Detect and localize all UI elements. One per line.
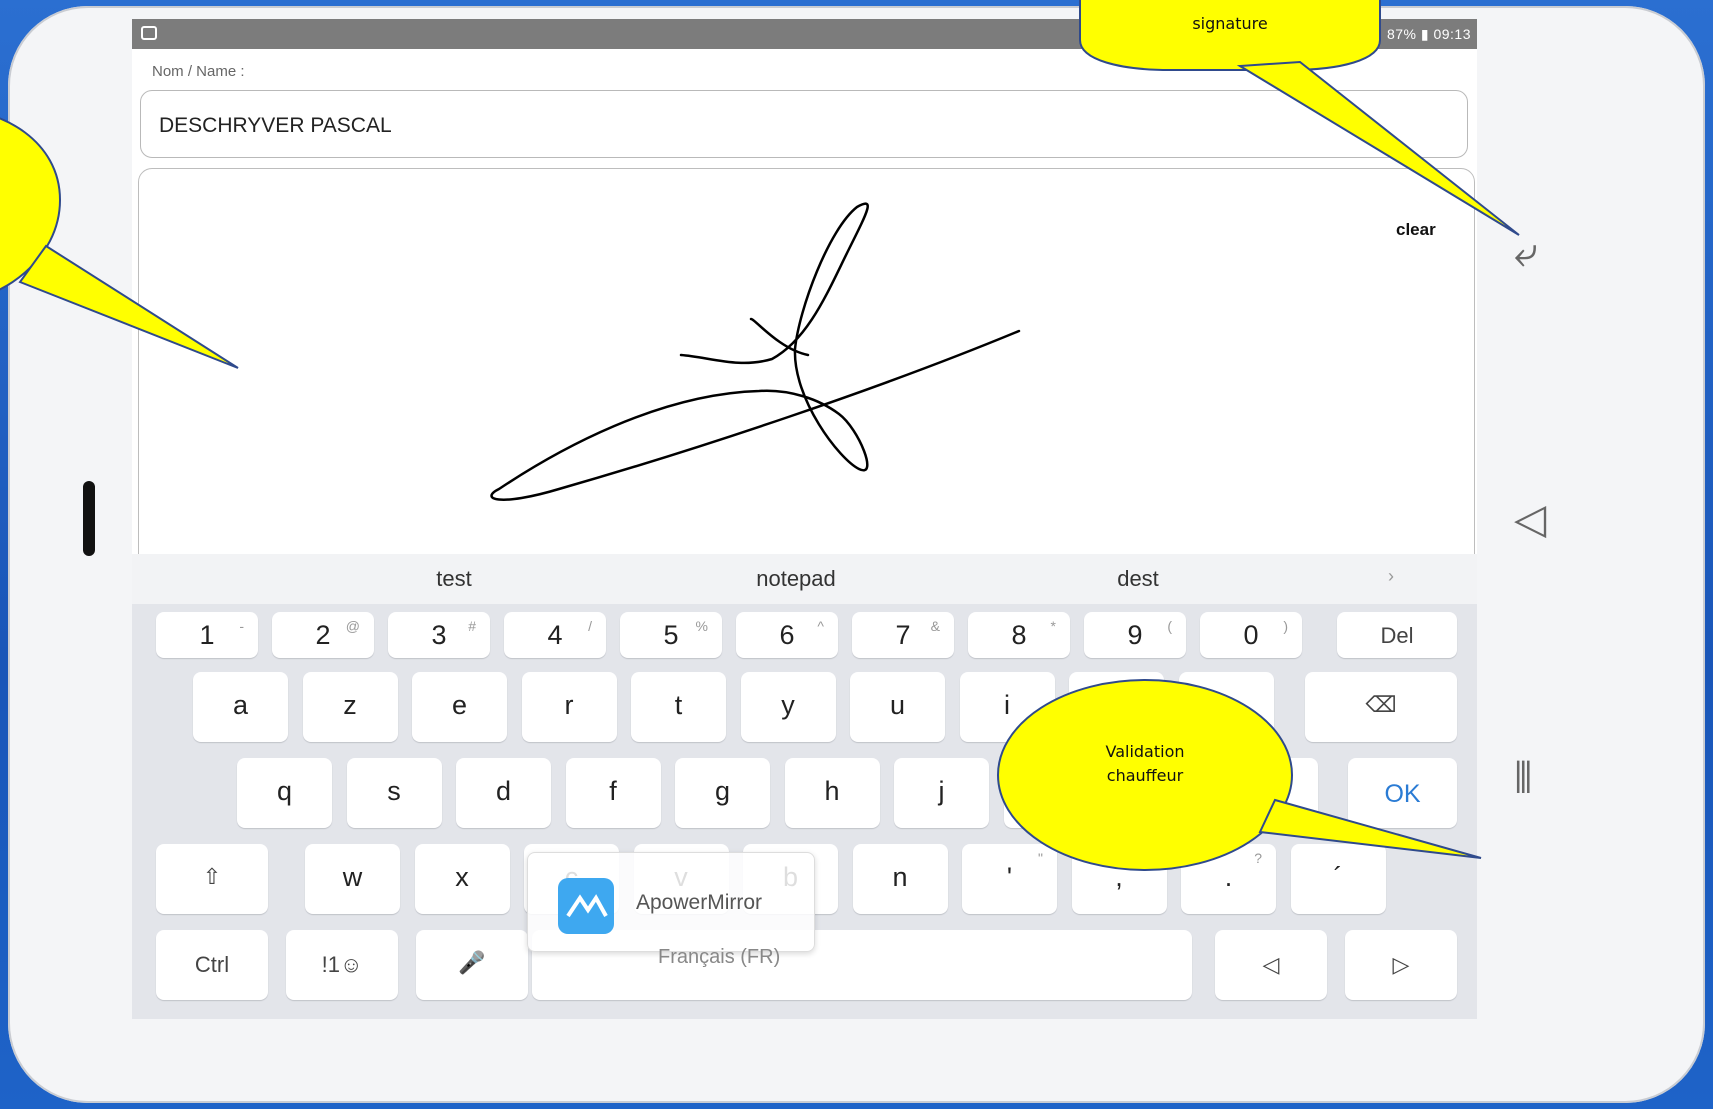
clear-callout-pointer <box>1236 60 1520 236</box>
left-callout-pointer <box>18 244 239 369</box>
validation-callout-text: Validation chauffeur <box>1105 742 1185 785</box>
clear-callout-text: signature <box>1192 14 1268 33</box>
annotation-overlay <box>0 0 1520 871</box>
validation-callout-pointer <box>1258 798 1482 859</box>
clear-callout <box>1079 0 1381 71</box>
